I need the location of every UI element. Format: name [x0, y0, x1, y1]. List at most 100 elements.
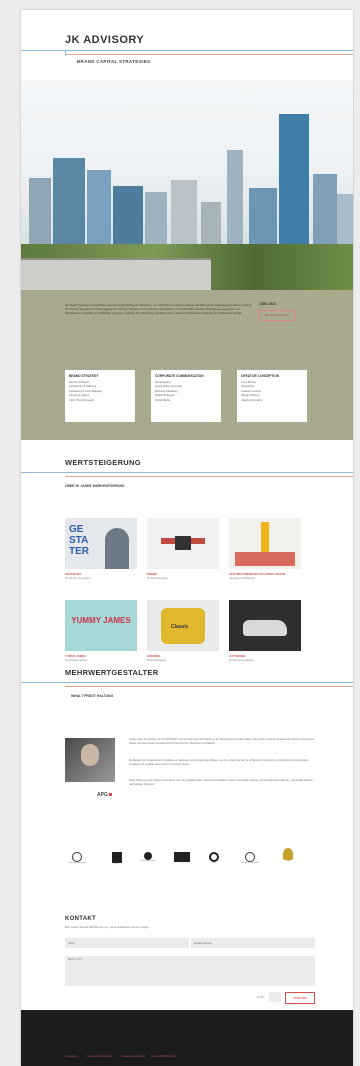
award-logo: ADC: [107, 852, 127, 865]
building: [249, 188, 277, 250]
footer-link-cookie-policy[interactable]: Cookie-Richtlinie (EU): [151, 1055, 177, 1058]
eraser-row: [235, 552, 295, 566]
footer-link-impressum[interactable]: Impressum: [65, 1055, 78, 1058]
award-logo: iF design award: [135, 852, 161, 862]
page-container: JK ADVISORY BRAND CAPITAL STRATEGIES Die…: [21, 10, 353, 1066]
award-caption: iF: [181, 862, 183, 864]
project-desc: Brand Packaging: [147, 659, 167, 662]
header-bend: [65, 50, 66, 56]
brand-logo[interactable]: JK ADVISORY: [65, 34, 144, 46]
section-subtitle-mehr: INHALT PRÄGT HALTUNG: [71, 694, 114, 698]
project-caption[interactable]: YUMMY JAMES: [65, 654, 86, 658]
project-thumb[interactable]: [229, 600, 301, 651]
bio-paragraph: Seine Haltung ist klar: Marken sind Wert…: [129, 779, 313, 787]
card-title: BRAND STRATEGY: [69, 374, 99, 378]
project-thumb[interactable]: [147, 518, 219, 569]
submit-button[interactable]: Absenden: [285, 992, 315, 1004]
project-thumb-text: YUMMY JAMES: [71, 616, 131, 625]
portrait-photo: [65, 738, 115, 782]
project-thumb-text: Classic: [171, 624, 189, 630]
building: [145, 192, 167, 250]
apg-logo-mark: [109, 793, 112, 796]
header-line-blue: [21, 50, 353, 51]
footer-link-cookie-settings[interactable]: Cookie-Einstellungen: [121, 1055, 146, 1058]
award-icon: [72, 852, 82, 862]
award-caption: ADC: [114, 863, 120, 865]
award-caption: iF design award: [140, 860, 156, 862]
award-caption: Effie: [212, 862, 216, 864]
card-item: Social Media: [155, 398, 170, 402]
project-desc: Kampagne Wettbewerb: [229, 577, 256, 580]
building: [227, 150, 243, 250]
brand-tagline: BRAND CAPITAL STRATEGIES: [77, 59, 151, 64]
mehr-line-blue: [21, 682, 353, 683]
project-desc: JK Advisory Kampagne: [65, 577, 91, 580]
award-icon: [209, 852, 219, 862]
section-title-contact: KONTAKT: [65, 916, 96, 922]
award-caption: red dot award 2016: [241, 862, 259, 864]
award-logo: Gold: [277, 848, 299, 862]
portrait-face: [81, 744, 99, 766]
service-card: BRAND STRATEGY Identity & Mission Archit…: [65, 370, 135, 422]
project-desc: Produkt Kampagne: [147, 577, 169, 580]
drone-body: [175, 536, 191, 550]
message-field[interactable]: [65, 956, 315, 986]
project-desc: Food Markenaufbau: [65, 659, 88, 662]
car-shape: [243, 620, 287, 636]
jobs-label: JOBS 2022: [259, 302, 276, 306]
building: [279, 114, 309, 250]
service-card: CREATIVE CONCEPTION Copy Writing Storyte…: [237, 370, 307, 422]
bio-paragraph: Als Berater und Kreativdirektor begleite…: [129, 759, 309, 767]
project-caption[interactable]: STIFTWETTBEWERB FÜR JUNGE GRAFIK: [229, 572, 286, 576]
award-icon: [283, 848, 293, 860]
award-icon: [112, 852, 122, 863]
project-thumb-text: GE STA TER: [69, 524, 89, 557]
card-title: CREATIVE CONCEPTION: [241, 374, 280, 378]
wert-line-blue: [21, 472, 353, 473]
contact-lead: Bitte senden Sie Ihre Nachricht an uns -…: [65, 926, 149, 929]
award-icon: [144, 852, 152, 860]
apg-logo: APG: [97, 792, 108, 798]
award-icon: [174, 852, 190, 862]
intro-text: Die Begriff "Advisory" ist begrifflich i…: [65, 304, 252, 316]
section-title-mehr: MEHRWERTGESTALTER: [65, 668, 159, 677]
email-field[interactable]: [191, 938, 315, 948]
wert-line-red: [65, 476, 353, 477]
project-thumb[interactable]: Classic: [147, 600, 219, 651]
header-line-red: [65, 54, 353, 55]
project-caption[interactable]: DRONE: [147, 572, 157, 576]
captcha-box[interactable]: [269, 992, 281, 1002]
building: [337, 194, 353, 250]
award-logo: red dot design award: [65, 852, 89, 864]
project-thumb[interactable]: YUMMY JAMES: [65, 600, 137, 651]
rooftop-railing: [21, 258, 211, 260]
building: [87, 170, 111, 250]
project-caption[interactable]: GRUNDEL: [147, 654, 161, 658]
award-icon: [245, 852, 255, 862]
footer-link-datenschutz[interactable]: Datenschutzerklärung: [87, 1055, 112, 1058]
building: [53, 158, 85, 250]
mehr-line-red: [65, 686, 353, 687]
project-desc: Brand Kommunikation: [229, 659, 254, 662]
name-field[interactable]: [65, 938, 189, 948]
section-subtitle-wert: ÜBER 30 JAHRE MARKENFÜHRUNG: [65, 484, 125, 488]
project-caption[interactable]: GESTARTET: [65, 572, 82, 576]
award-caption: Gold: [285, 860, 291, 862]
card-title: CORPORATE COMMUNICATION: [155, 374, 204, 378]
building: [171, 180, 197, 250]
award-logo: red dot award 2016: [237, 852, 263, 864]
building: [313, 174, 337, 250]
section-title-wert: WERTSTEIGERUNG: [65, 458, 141, 467]
project-thumb[interactable]: [229, 518, 301, 569]
person-figure: [105, 528, 129, 569]
award-logo: iF: [171, 852, 193, 864]
service-card: CORPORATE COMMUNICATION Campaigning Sust…: [151, 370, 221, 422]
building: [201, 202, 221, 250]
award-logo: Effie: [201, 852, 227, 864]
project-thumb[interactable]: GE STA TER: [65, 518, 137, 569]
project-caption[interactable]: AUTOMOBIL: [229, 654, 246, 658]
building: [29, 178, 51, 250]
captcha-label: Ich bin: [257, 996, 265, 999]
jobs-button[interactable]: JETZT ANFRAGE: [259, 310, 295, 321]
rooftop-terrace: [21, 260, 211, 290]
